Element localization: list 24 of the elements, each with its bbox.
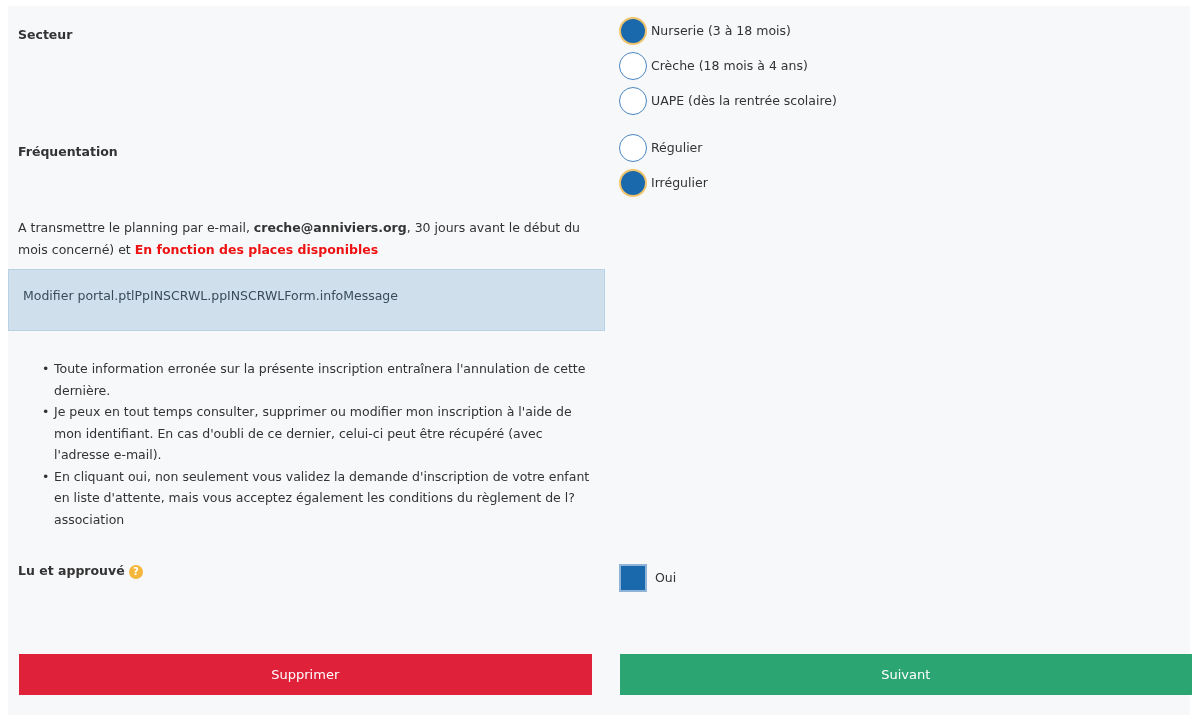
- radio-button[interactable]: [619, 17, 647, 45]
- notice-text: A transmettre le planning par e-mail, creche@anniviers.org, 30 jours avant le début du mois concerné) et En fonction des places disponibles: [17, 219, 582, 259]
- field-label: Fréquentation: [18, 144, 118, 159]
- bullet: •: [42, 403, 51, 421]
- radio-button[interactable]: [619, 134, 647, 162]
- delete-button[interactable]: Supprimer: [19, 654, 592, 695]
- checkbox[interactable]: [619, 564, 647, 592]
- bullet: •: [42, 360, 51, 378]
- info-message: Modifier portal.ptlPpINSCRWL.ppINSCRWLForm.infoMessage: [8, 269, 605, 331]
- radio-label[interactable]: UAPE (dès la rentrée scolaire): [651, 91, 837, 111]
- checkbox-label[interactable]: Oui: [655, 568, 677, 588]
- field-label: Secteur: [18, 27, 73, 42]
- field-label: Lu et approuvé: [18, 563, 125, 578]
- radio-button[interactable]: [619, 169, 647, 197]
- radio-button[interactable]: [619, 87, 647, 115]
- radio-label[interactable]: Crèche (18 mois à 4 ans): [651, 56, 808, 76]
- condition-item: Je peux en tout temps consulter, supprimer ou modifier mon inscription à l'aide de mon identifiant. En cas d'oubli de ce dernier, celui-ci peut être récupéré (avec l'adresse e-mail).: [54, 403, 573, 464]
- condition-item: Toute information erronée sur la présente inscription entraînera l'annulation de cette dernière.: [54, 360, 587, 400]
- condition-item: En cliquant oui, non seulement vous validez la demande d'inscription de votre enfant en liste d'attente, mais vous acceptez également les conditions du règlement de l?association: [54, 467, 591, 529]
- bullet: •: [42, 467, 51, 486]
- radio-label[interactable]: Irrégulier: [651, 173, 708, 193]
- radio-label[interactable]: Régulier: [651, 138, 703, 158]
- radio-button[interactable]: [619, 52, 647, 80]
- radio-label[interactable]: Nurserie (3 à 18 mois): [651, 21, 791, 41]
